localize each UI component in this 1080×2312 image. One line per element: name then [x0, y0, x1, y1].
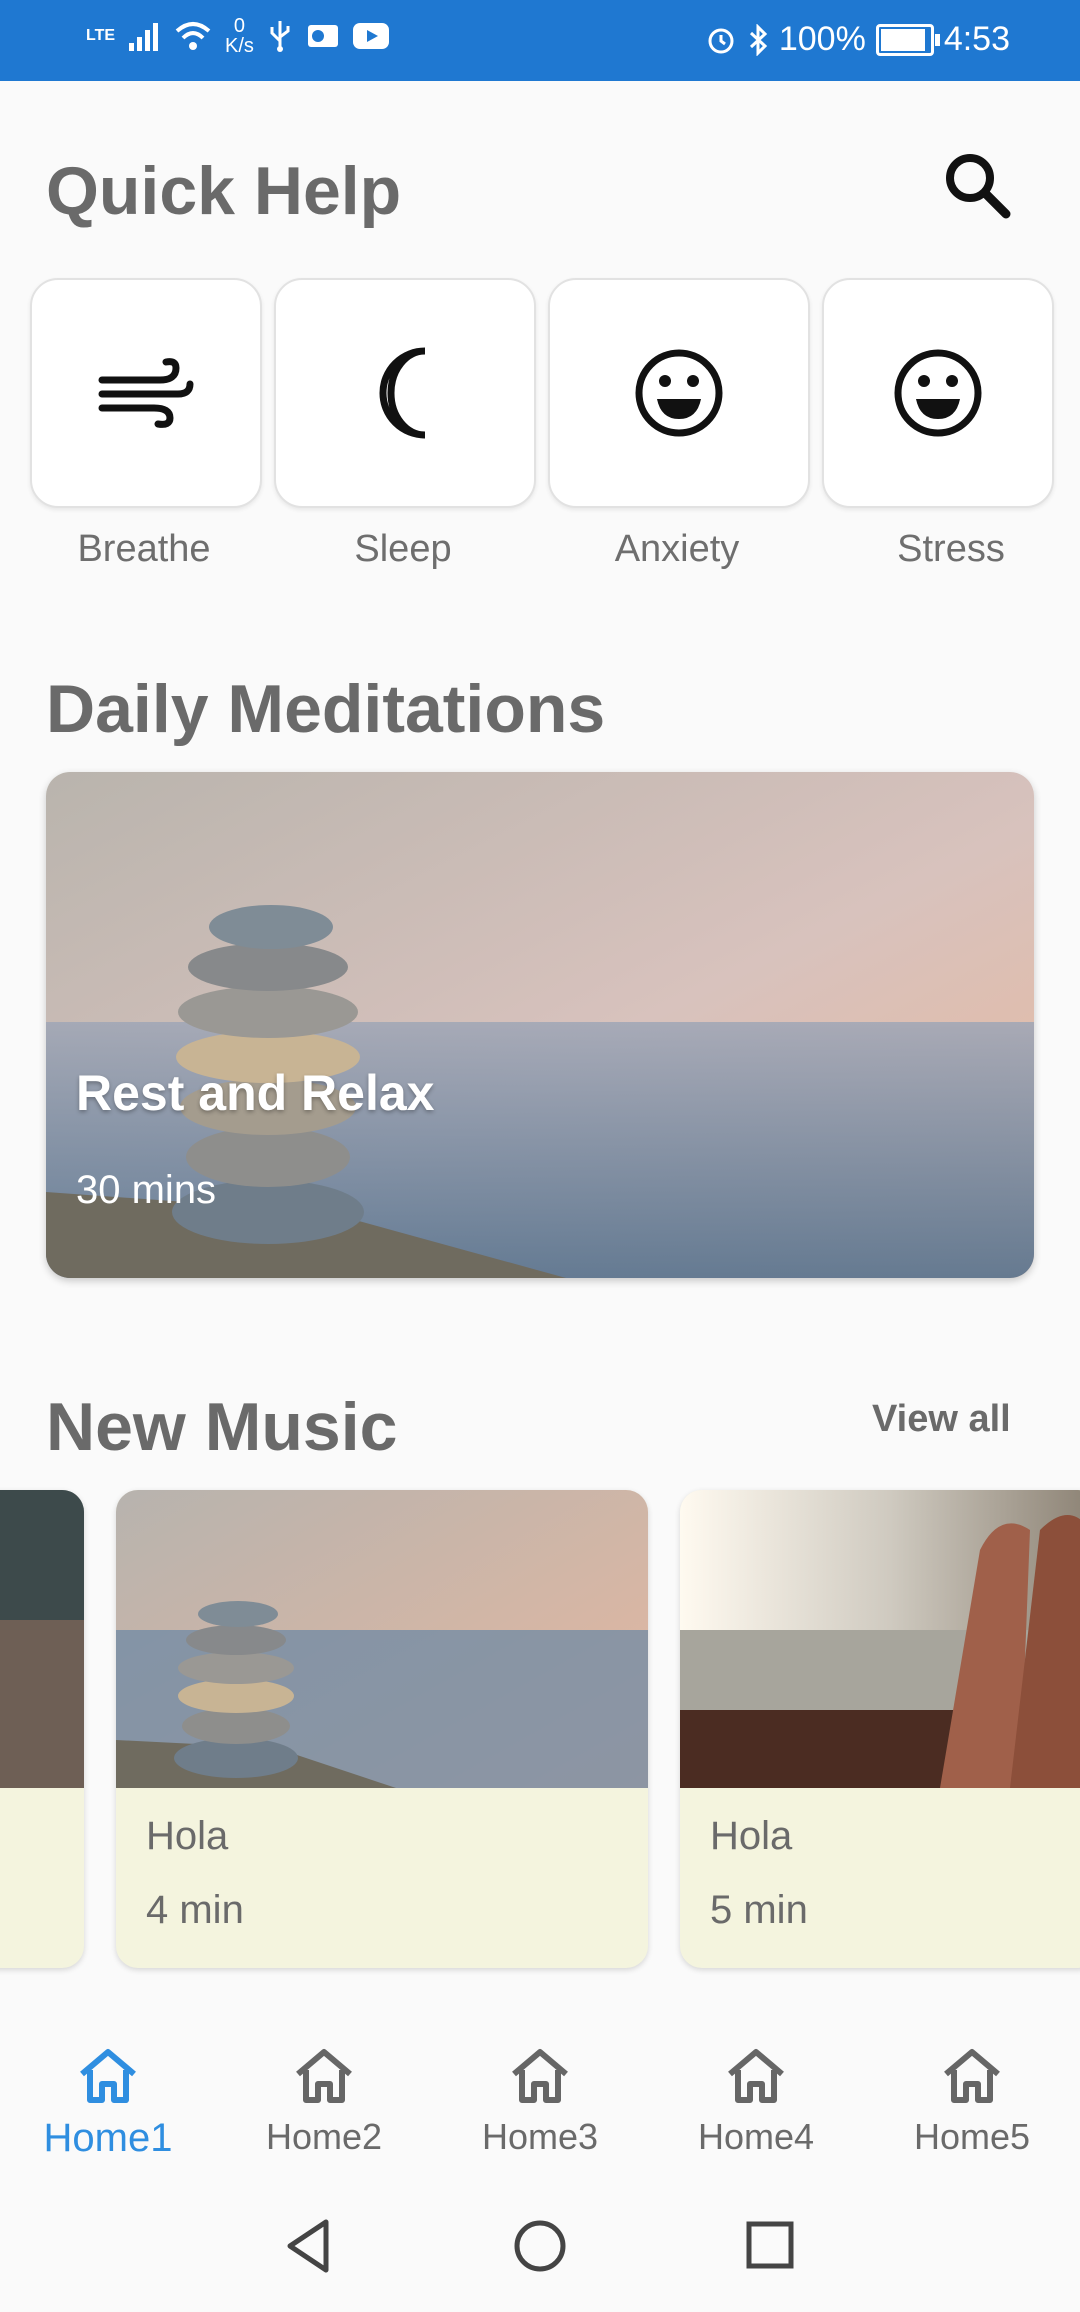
nav-label: Home5 [913, 2116, 1031, 2157]
signal-icon [129, 23, 159, 51]
usb-icon [270, 21, 290, 52]
moon-icon [379, 347, 426, 439]
status-right: 100% 4:53 [705, 20, 1010, 59]
music-duration: 5 min [710, 1888, 808, 1932]
smiley-icon [635, 349, 723, 437]
home-icon [728, 2049, 784, 2103]
quick-help-label: Anxiety [614, 528, 740, 570]
meditation-card[interactable]: Rest and Relax 30 mins [46, 772, 1034, 1278]
nav-home5[interactable]: Home5 [864, 2046, 1080, 2186]
music-title: Hola [146, 1814, 229, 1858]
search-icon [946, 154, 1011, 219]
smiley-icon [894, 349, 982, 437]
music-image [680, 1490, 1080, 1788]
quick-help-sleep[interactable] [274, 278, 536, 508]
quick-help-label: Breathe [77, 528, 211, 570]
view-all-link[interactable]: View all [872, 1398, 1011, 1441]
music-card-partial[interactable] [0, 1490, 84, 1968]
new-music-title: New Music [46, 1389, 398, 1465]
meditation-duration: 30 mins [76, 1168, 217, 1212]
nav-label: Home4 [697, 2116, 815, 2157]
battery-icon [875, 23, 940, 56]
quick-help-breathe[interactable] [30, 278, 262, 508]
nav-label: Home2 [265, 2116, 383, 2157]
meditation-title: Rest and Relax [76, 1065, 435, 1121]
youtube-icon [352, 23, 389, 49]
quick-help-anxiety[interactable] [548, 278, 810, 508]
recents-icon[interactable] [744, 2216, 796, 2276]
music-image [0, 1490, 84, 1788]
home-icon [80, 2049, 136, 2103]
music-card[interactable]: Hola 5 min [680, 1490, 1080, 1968]
nav-home1[interactable]: Home1 [0, 2046, 216, 2186]
home-icon [944, 2049, 1000, 2103]
status-left: LTE 0 K/s [86, 16, 390, 56]
clock: 4:53 [943, 20, 1010, 58]
music-image [116, 1490, 648, 1788]
quick-help-label: Stress [897, 528, 1005, 570]
nav-home3[interactable]: Home3 [432, 2046, 648, 2186]
music-title: Hola [710, 1814, 793, 1858]
home-icon [512, 2049, 568, 2103]
battery-percent: 100% [778, 20, 866, 58]
music-card[interactable]: Hola 4 min [116, 1490, 648, 1968]
status-bar: LTE 0 K/s 100% 4:53 [0, 0, 1080, 81]
lte-indicator: LTE [86, 27, 116, 44]
nav-home2[interactable]: Home2 [216, 2046, 432, 2186]
wifi-icon [175, 22, 211, 50]
home-circle-icon[interactable] [512, 2216, 568, 2276]
back-icon[interactable] [282, 2216, 334, 2276]
music-duration: 4 min [146, 1888, 244, 1932]
wind-icon [98, 358, 194, 428]
nav-label: Home1 [43, 2116, 173, 2160]
quick-help-label: Sleep [354, 528, 452, 570]
bluetooth-icon [749, 23, 768, 56]
search-button[interactable] [940, 148, 1016, 224]
quick-help-stress[interactable] [822, 278, 1054, 508]
daily-meditations-title: Daily Meditations [46, 671, 606, 747]
nav-label: Home3 [481, 2116, 599, 2157]
bottom-navigation: Home1 Home2 Home3 Home4 Home5 [0, 2010, 1080, 2190]
home-icon [296, 2049, 352, 2103]
alarm-icon [708, 28, 734, 53]
nav-home4[interactable]: Home4 [648, 2046, 864, 2186]
network-speed: 0 K/s [225, 15, 254, 57]
system-navigation [0, 2192, 1080, 2312]
quick-help-title: Quick Help [46, 153, 402, 229]
notification-icon [307, 25, 338, 47]
